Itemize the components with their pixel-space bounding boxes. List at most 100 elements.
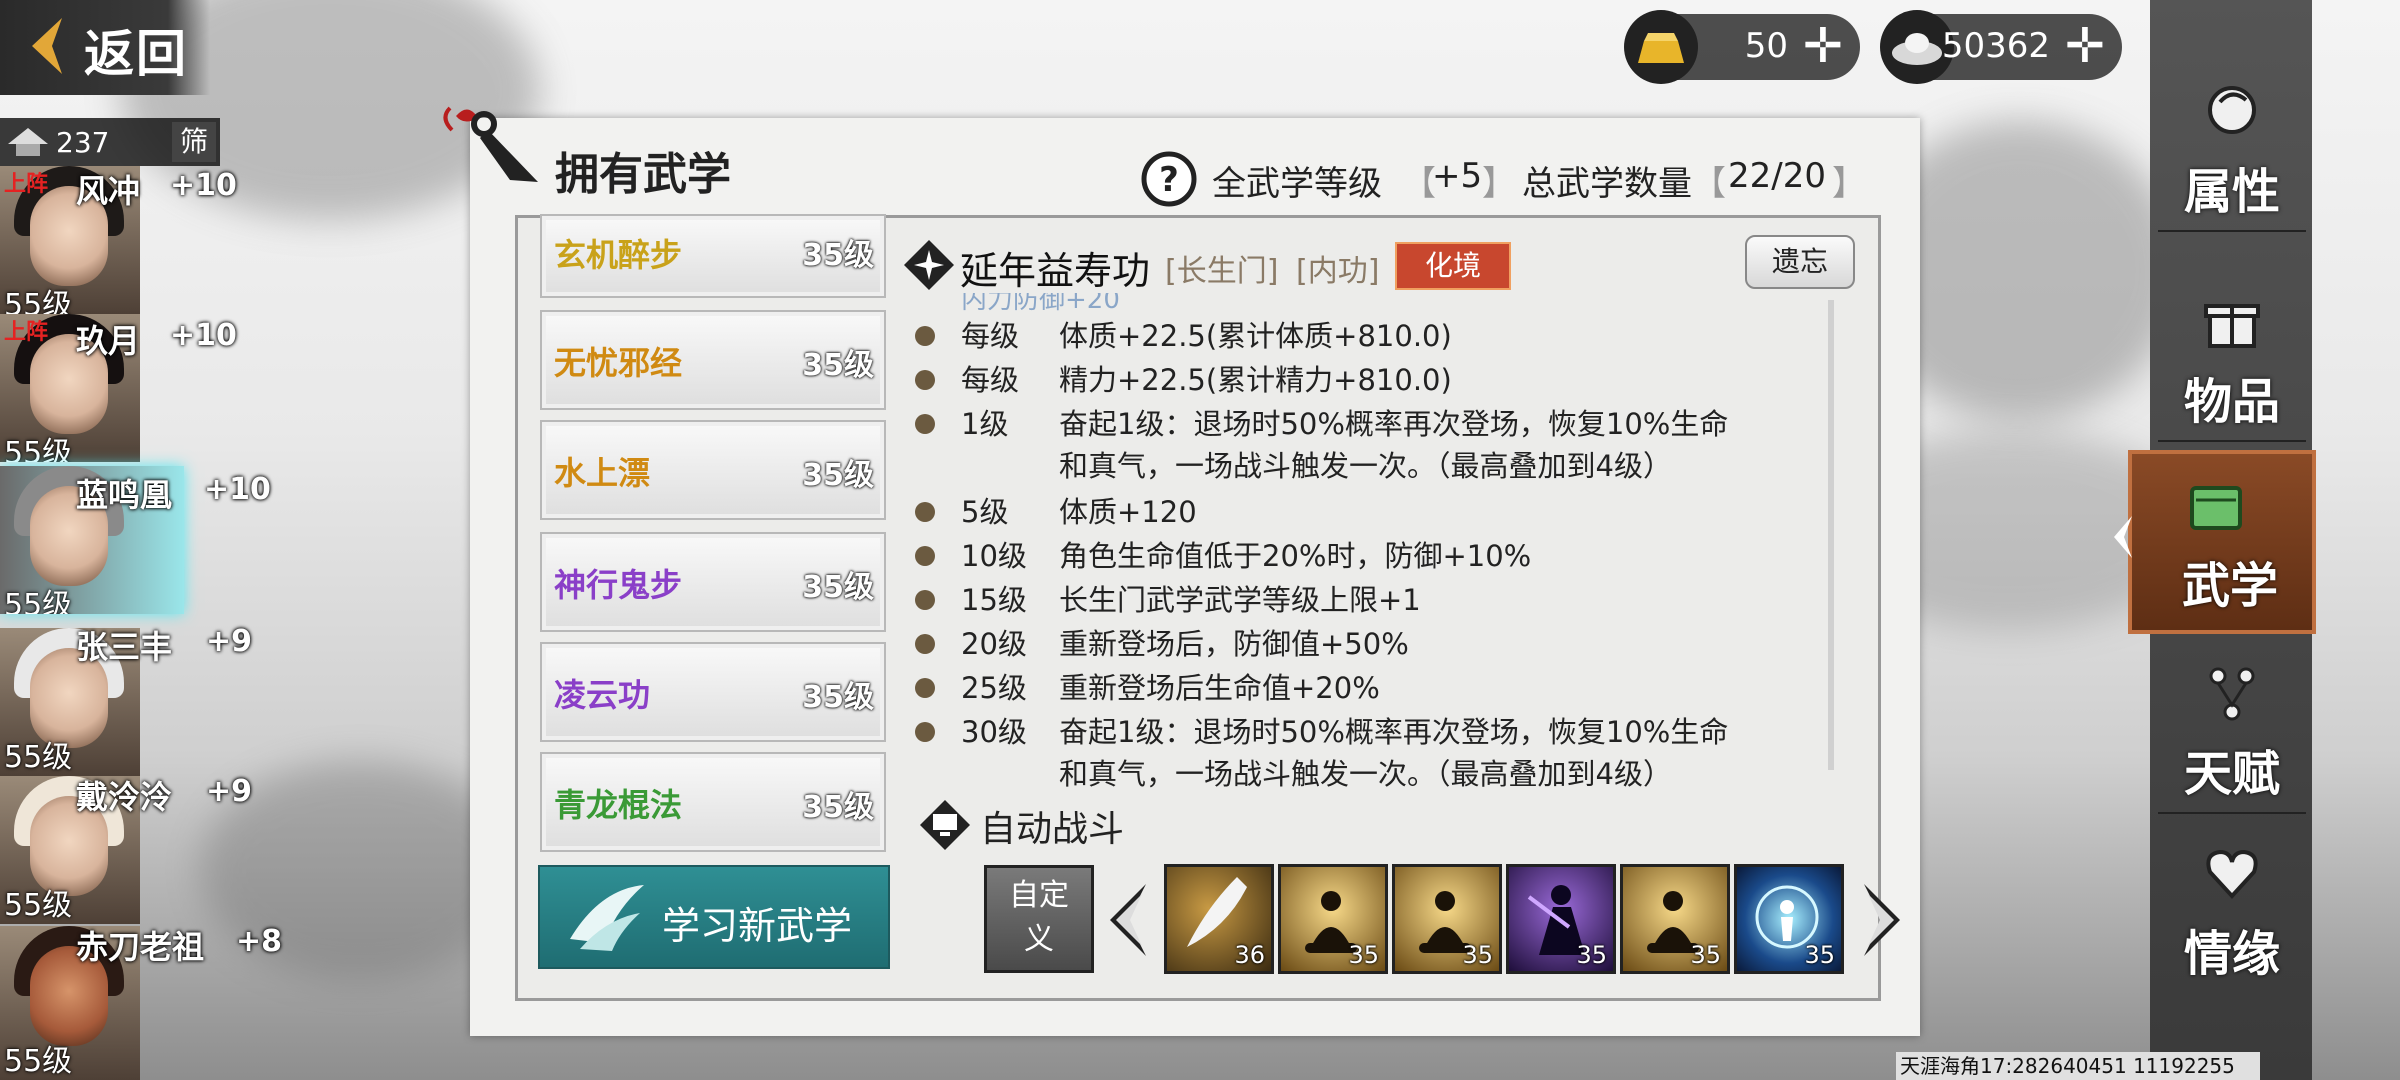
character-level: 55级	[4, 436, 73, 462]
martial-name: 凌云功	[554, 676, 651, 714]
character-bonus: +10	[170, 168, 237, 203]
character-level: 55级	[4, 588, 73, 614]
character-level: 55级	[4, 1044, 73, 1079]
effects-scrollbar[interactable]	[1828, 300, 1834, 770]
partial-effect-line: 内力防御+20	[961, 293, 1120, 313]
total-label: 总武学数量	[1522, 164, 1692, 204]
all-level-value: +5	[1432, 156, 1483, 196]
monitor-icon	[920, 800, 970, 850]
skill-level: 35	[1462, 941, 1493, 969]
svg-text:?: ?	[1159, 160, 1179, 200]
learn-new-martial-button[interactable]: 学习新武学	[538, 865, 890, 969]
skill-level: 35	[1804, 941, 1835, 969]
character-name: 玖月	[76, 322, 141, 360]
silver-currency: 50362 ✛	[1880, 10, 2122, 84]
diamond-compass-icon	[904, 240, 954, 290]
head-icon	[2208, 86, 2256, 134]
add-gold-button[interactable]: ✛	[1800, 22, 1846, 70]
martial-level: 35级	[802, 790, 874, 825]
skill-level: 36	[1234, 941, 1265, 969]
tab-label: 武学	[2182, 558, 2279, 614]
character-bonus: +10	[204, 472, 271, 507]
character-name: 赤刀老祖	[76, 928, 205, 966]
silver-amount: 50362	[1941, 26, 2050, 66]
heart-icon	[2206, 849, 2258, 899]
martial-name: 玄机醉步	[554, 236, 683, 274]
martial-name: 无忧邪经	[554, 344, 683, 382]
skill-slot[interactable]: 35	[1392, 864, 1502, 974]
add-silver-button[interactable]: ✛	[2062, 22, 2108, 70]
character-level: 55级	[4, 888, 73, 923]
martial-name: 水上漂	[554, 454, 651, 492]
martial-list-item[interactable]: 无忧邪经 35级	[540, 310, 886, 410]
character-name: 戴泠泠	[76, 778, 173, 816]
dart-knot-icon	[443, 106, 538, 182]
tab-romance[interactable]: 情缘	[2158, 822, 2306, 992]
character-name: 蓝鸣凰	[76, 476, 173, 514]
martial-name: 神行鬼步	[554, 566, 683, 604]
tab-items[interactable]: 物品	[2158, 270, 2306, 442]
realm-badge: 化境	[1395, 242, 1511, 290]
tab-label: 属性	[2184, 164, 2281, 220]
martial-list-item[interactable]: 青龙棍法 35级	[540, 752, 886, 852]
wing-icon	[570, 885, 644, 951]
martial-level: 35级	[802, 458, 874, 493]
gold-amount: 50	[1744, 26, 1788, 66]
chevron-right-icon[interactable]	[1852, 880, 1912, 960]
book-icon	[2190, 486, 2242, 530]
martial-list-item[interactable]: 神行鬼步 35级	[540, 532, 886, 632]
skill-slot[interactable]: 35	[1620, 864, 1730, 974]
tab-martial-arts[interactable]: 武学	[2128, 450, 2316, 634]
skill-level: 35	[1690, 941, 1721, 969]
giftbox-icon	[2204, 304, 2260, 348]
skill-slot[interactable]: 35	[1278, 864, 1388, 974]
character-bonus: +9	[206, 774, 253, 809]
help-icon[interactable]: ?	[1140, 150, 1198, 208]
gold-currency: 50 ✛	[1624, 10, 1860, 84]
tab-label: 天赋	[2184, 746, 2281, 802]
character-bonus: +9	[206, 624, 253, 659]
forget-button[interactable]: 遗忘	[1745, 235, 1855, 289]
back-arrow-icon[interactable]	[22, 14, 70, 78]
auto-battle-label: 自动战斗	[980, 809, 1125, 850]
total-value: 22/20	[1728, 156, 1826, 196]
martial-level: 35级	[802, 570, 874, 605]
tab-label: 情缘	[2184, 926, 2281, 982]
customize-label: 自定义	[1009, 878, 1069, 957]
effects-list: 内力防御+20 每级 体质+22.5(累计体质+810.0) 每级 精力+22.5(…	[915, 293, 1815, 791]
skill-level: 35	[1576, 941, 1607, 969]
skill-level: 35	[1348, 941, 1379, 969]
gold-ingot-icon	[1624, 10, 1698, 84]
tab-attributes[interactable]: 属性	[2158, 60, 2306, 232]
chevron-left-icon[interactable]	[1098, 880, 1158, 960]
page-title: 拥有武学	[555, 149, 731, 200]
tab-label: 物品	[2184, 374, 2281, 430]
all-level-label: 全武学等级	[1212, 164, 1382, 204]
character-name: 张三丰	[76, 628, 173, 666]
chevron-left-icon	[2114, 516, 2132, 558]
skill-slot[interactable]: 36	[1164, 864, 1274, 974]
martial-list-item[interactable]: 玄机醉步 35级	[540, 214, 886, 298]
roster-count-bar: 237 筛	[0, 118, 220, 166]
server-info: 天涯海角17:282640451 11192255	[1896, 1052, 2260, 1080]
learn-button-label: 学习新武学	[662, 904, 853, 948]
back-label[interactable]: 返回	[84, 14, 188, 86]
martial-level: 35级	[802, 680, 874, 715]
skill-slot[interactable]: 35	[1734, 864, 1844, 974]
character-level: 55级	[4, 288, 73, 314]
school-tag: [长生门]	[1165, 254, 1279, 289]
onstage-tag: 上阵	[4, 320, 49, 345]
martial-name: 青龙棍法	[554, 786, 683, 824]
character-bonus: +10	[170, 318, 237, 353]
character-bonus: +8	[236, 924, 283, 959]
skill-slot[interactable]: 35	[1506, 864, 1616, 974]
type-tag: [内功]	[1296, 254, 1380, 289]
hat-icon	[8, 128, 48, 156]
filter-button[interactable]: 筛	[172, 122, 216, 162]
martial-list-item[interactable]: 凌云功 35级	[540, 642, 886, 742]
martial-level: 35级	[802, 238, 874, 273]
martial-level: 35级	[802, 348, 874, 383]
tab-talents[interactable]: 天赋	[2158, 642, 2306, 814]
customize-button[interactable]: 自定义	[984, 865, 1094, 973]
martial-list-item[interactable]: 水上漂 35级	[540, 420, 886, 520]
